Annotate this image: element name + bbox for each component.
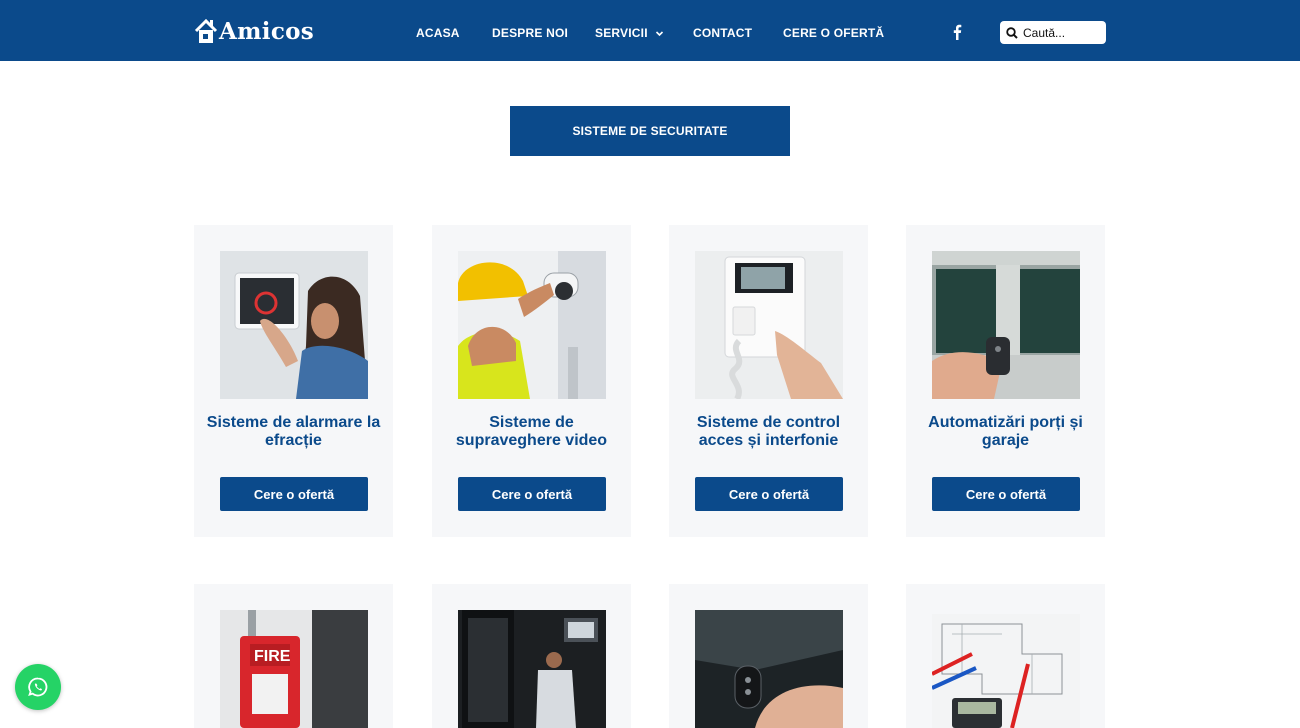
service-card: Sisteme de supraveghere video Cere o ofe… — [432, 225, 631, 537]
card-title: Automatizări porți și garaje — [928, 414, 1083, 449]
nav-despre-noi[interactable]: DESPRE NOI — [492, 26, 568, 40]
service-card: Sisteme de control acces și interfonie C… — [669, 225, 868, 537]
service-card — [906, 584, 1105, 728]
card-title: Sisteme de supraveghere video — [455, 414, 608, 449]
cctv-technician-image — [458, 251, 606, 399]
card-title: Sisteme de alarmare la efracție — [206, 414, 381, 449]
service-card: Automatizări porți și garaje Cere o ofer… — [906, 225, 1105, 537]
house-logo-icon — [194, 17, 218, 45]
service-card — [669, 584, 868, 728]
request-offer-button[interactable]: Cere o ofertă — [220, 477, 368, 511]
facebook-icon[interactable] — [951, 24, 963, 40]
service-card: FIRE — [194, 584, 393, 728]
nav-servicii[interactable]: SERVICII — [595, 26, 664, 40]
fire-alarm-image: FIRE — [220, 610, 368, 728]
svg-text:FIRE: FIRE — [254, 648, 291, 665]
car-key-image — [695, 610, 843, 728]
whatsapp-chat-button[interactable] — [15, 664, 61, 710]
brand-name: Amicos — [219, 17, 315, 45]
search-box[interactable] — [1000, 21, 1106, 44]
request-offer-button[interactable]: Cere o ofertă — [932, 477, 1080, 511]
intercom-image — [695, 251, 843, 399]
card-title: Sisteme de control acces și interfonie — [696, 414, 841, 449]
service-card — [432, 584, 631, 728]
chevron-down-icon — [655, 29, 664, 38]
nav-contact[interactable]: CONTACT — [693, 26, 752, 40]
request-offer-button[interactable]: Cere o ofertă — [695, 477, 843, 511]
electrical-plans-image — [932, 614, 1080, 728]
site-logo[interactable]: Amicos — [194, 14, 314, 48]
whatsapp-icon — [27, 676, 49, 698]
search-icon — [1006, 26, 1018, 39]
site-header: Amicos ACASA DESPRE NOI SERVICII CONTACT… — [0, 0, 1300, 61]
search-input[interactable] — [1023, 25, 1103, 40]
nav-acasa[interactable]: ACASA — [416, 26, 460, 40]
nav-servicii-label: SERVICII — [595, 26, 648, 40]
server-rack-image — [458, 610, 606, 728]
alarm-panel-image — [220, 251, 368, 399]
gate-remote-image — [932, 251, 1080, 399]
section-title-button[interactable]: SISTEME DE SECURITATE — [510, 106, 790, 156]
service-card: Sisteme de alarmare la efracție Cere o o… — [194, 225, 393, 537]
request-offer-button[interactable]: Cere o ofertă — [458, 477, 606, 511]
nav-cere-oferta[interactable]: CERE O OFERTĂ — [783, 26, 884, 40]
